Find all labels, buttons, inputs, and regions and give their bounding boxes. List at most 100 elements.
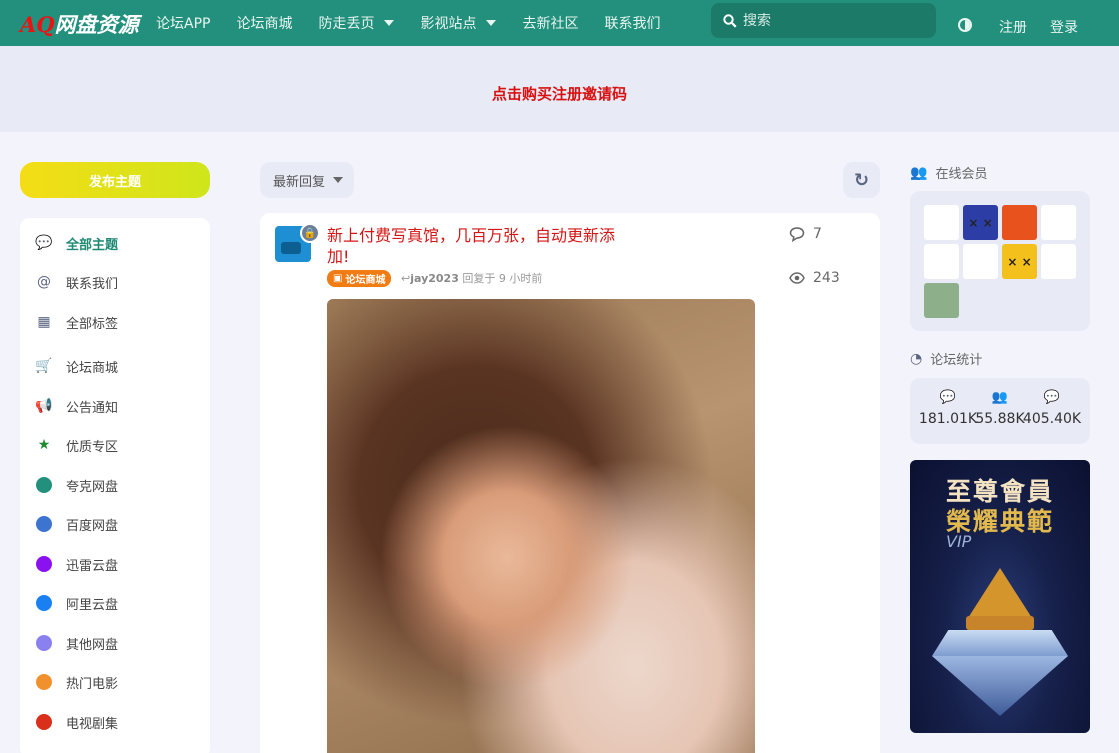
online-members-label: 在线会员 bbox=[935, 167, 988, 182]
register-link[interactable]: 注册 bbox=[999, 17, 1027, 37]
stat-threads: 💬 181.01K bbox=[918, 390, 978, 427]
crown-icon bbox=[968, 568, 1032, 618]
member-avatar-text: × × bbox=[1007, 254, 1032, 269]
nav-item-1[interactable]: 论坛商城 bbox=[236, 13, 292, 33]
sidebar-nav: 💬 全部主题 @ 联系我们 ▦ 全部标签 🛒 论坛商城 📢 公告通知 ★ 优质专区夸克网盘百度网盘迅雷… bbox=[20, 218, 210, 753]
nav-item-3[interactable]: 影视站点 bbox=[420, 13, 497, 33]
post-tag-label: 论坛商城 bbox=[345, 275, 386, 286]
comment-count: 7 bbox=[789, 226, 822, 242]
sidebar-item-7[interactable]: 百度网盘 bbox=[36, 514, 118, 534]
sidebar-item-6[interactable]: 夸克网盘 bbox=[36, 475, 118, 495]
invite-code-link[interactable]: 点击购买注册邀请码 bbox=[492, 83, 627, 104]
sidebar-item-label: 热门电影 bbox=[66, 676, 119, 692]
comments-icon: 💬 bbox=[939, 390, 957, 405]
megaphone-icon: 📢 bbox=[35, 398, 53, 414]
post-title[interactable]: 新上付费写真馆，几百万张，自动更新添加! bbox=[327, 225, 627, 267]
dot-icon bbox=[36, 556, 52, 572]
online-members-panel: × × × × bbox=[910, 191, 1090, 331]
duck-avatar[interactable] bbox=[1041, 244, 1076, 279]
forum-stats-panel: 💬 181.01K 👥 55.88K 💬 405.40K bbox=[910, 378, 1090, 444]
reply-icon: ↩ bbox=[401, 272, 411, 285]
nav-item-label: 论坛APP bbox=[156, 16, 211, 32]
refresh-icon: ↻ bbox=[853, 169, 870, 191]
bear-avatar[interactable] bbox=[924, 244, 959, 279]
promo-banner: 点击购买注册邀请码 bbox=[0, 46, 1119, 132]
post-tag[interactable]: ▣ 论坛商城 bbox=[327, 270, 392, 287]
cart-icon: 🛒 bbox=[35, 358, 53, 374]
sidebar-item-5[interactable]: ★ 优质专区 bbox=[36, 435, 118, 455]
nav-item-label: 去新社区 bbox=[522, 16, 579, 32]
sidebar-item-4[interactable]: 📢 公告通知 bbox=[35, 396, 118, 416]
nav-item-5[interactable]: 联系我们 bbox=[604, 13, 660, 33]
sidebar-item-11[interactable]: 热门电影 bbox=[36, 672, 118, 692]
users-icon: 👥 bbox=[910, 164, 928, 181]
sidebar-item-label: 优质专区 bbox=[66, 439, 119, 455]
sidebar-item-10[interactable]: 其他网盘 bbox=[36, 633, 118, 653]
sidebar-item-label: 全部标签 bbox=[66, 316, 119, 332]
sidebar-item-3[interactable]: 🛒 论坛商城 bbox=[35, 356, 119, 376]
search-box[interactable] bbox=[711, 3, 936, 38]
sort-label: 最新回复 bbox=[273, 174, 326, 190]
sidebar-item-label: 迅雷云盘 bbox=[66, 558, 119, 574]
vip-ad-banner[interactable]: 至尊會員 榮耀典範 VIP bbox=[910, 460, 1090, 733]
star-icon: ★ bbox=[37, 437, 51, 453]
post-author[interactable]: jay2023 bbox=[410, 272, 459, 285]
nav-item-2[interactable]: 防走丢页 bbox=[318, 13, 395, 33]
post-item[interactable]: 🔒 新上付费写真馆，几百万张，自动更新添加! ▣ 论坛商城 ↩jay2023 回复… bbox=[260, 213, 880, 753]
login-link[interactable]: 登录 bbox=[1050, 17, 1078, 37]
boy-avatar[interactable] bbox=[963, 244, 998, 279]
forum-stats-label: 论坛统计 bbox=[930, 353, 983, 368]
nav-item-label: 影视站点 bbox=[420, 16, 477, 32]
eye-icon bbox=[789, 272, 805, 284]
stat-threads-value: 181.01K bbox=[918, 411, 978, 427]
diamond-icon bbox=[932, 630, 1068, 656]
emoji-avatar[interactable]: × × bbox=[1002, 244, 1037, 279]
stat-posts-value: 405.40K bbox=[1022, 411, 1082, 427]
sidebar-item-label: 夸克网盘 bbox=[66, 479, 119, 495]
chevron-down-icon bbox=[486, 20, 497, 26]
dot-icon bbox=[36, 477, 52, 493]
forum-stats-title: ◔ 论坛统计 bbox=[910, 349, 983, 369]
refresh-button[interactable]: ↻ bbox=[843, 162, 880, 198]
view-count-value: 243 bbox=[813, 270, 840, 286]
sidebar-item-label: 阿里云盘 bbox=[66, 597, 119, 613]
sketch-avatar[interactable] bbox=[924, 205, 959, 240]
logo-text: 网盘资源 bbox=[54, 12, 139, 37]
dot-icon bbox=[36, 595, 52, 611]
lock-icon: 🔒 bbox=[300, 223, 320, 243]
nav-item-4[interactable]: 去新社区 bbox=[522, 13, 578, 33]
bear-brown-avatar[interactable] bbox=[924, 283, 959, 318]
sidebar-item-2[interactable]: ▦ 全部标签 bbox=[36, 312, 118, 332]
comment-count-value: 7 bbox=[813, 226, 822, 242]
comment-icon: 💬 bbox=[1043, 390, 1061, 405]
sidebar-item-1[interactable]: @ 联系我们 bbox=[36, 272, 118, 292]
online-members-title: 👥 在线会员 bbox=[910, 163, 988, 183]
vip-line2: 榮耀典範 bbox=[945, 507, 1054, 536]
member-avatar-text: × × bbox=[968, 215, 993, 230]
top-navbar: AQ网盘资源 论坛APP 论坛商城 防走丢页 影视站点 去新社区 联系我们 注册 登录 bbox=[0, 0, 1119, 46]
site-logo[interactable]: AQ网盘资源 bbox=[20, 9, 139, 39]
sidebar-item-8[interactable]: 迅雷云盘 bbox=[36, 554, 118, 574]
sidebar-item-label: 论坛商城 bbox=[66, 360, 119, 376]
robot-avatar[interactable]: × × bbox=[963, 205, 998, 240]
nav-item-label: 联系我们 bbox=[604, 16, 661, 32]
new-topic-button[interactable]: 发布主题 bbox=[20, 162, 210, 198]
search-icon bbox=[723, 13, 737, 28]
at-icon: @ bbox=[37, 274, 51, 290]
post-image[interactable] bbox=[327, 299, 755, 753]
sidebar-item-12[interactable]: 电视剧集 bbox=[36, 712, 118, 732]
store-tag-icon: ▣ bbox=[333, 273, 343, 284]
pig-avatar[interactable] bbox=[1041, 205, 1076, 240]
theme-toggle-icon[interactable] bbox=[958, 18, 972, 32]
sidebar-item-label: 全部主题 bbox=[66, 237, 119, 253]
chevron-down-icon bbox=[384, 20, 395, 26]
sidebar-item-label: 电视剧集 bbox=[66, 716, 119, 732]
mecha-avatar[interactable] bbox=[1002, 205, 1037, 240]
sidebar-item-9[interactable]: 阿里云盘 bbox=[36, 593, 118, 613]
sort-dropdown[interactable]: 最新回复 bbox=[260, 162, 354, 198]
nav-item-label: 论坛商城 bbox=[236, 16, 293, 32]
sidebar-item-0[interactable]: 💬 全部主题 bbox=[35, 233, 119, 253]
stat-members: 👥 55.88K bbox=[970, 390, 1030, 427]
search-input[interactable] bbox=[743, 12, 923, 29]
nav-item-0[interactable]: 论坛APP bbox=[156, 13, 210, 33]
